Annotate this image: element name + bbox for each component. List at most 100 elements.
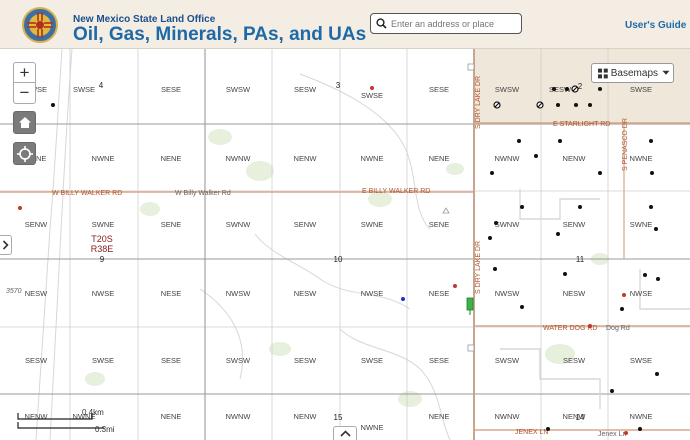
well-marker[interactable] xyxy=(578,205,582,209)
users-guide-link[interactable]: User's Guide xyxy=(625,20,686,31)
qq-label: NWNE xyxy=(630,154,653,163)
well-marker[interactable] xyxy=(655,372,659,376)
caret-down-icon xyxy=(662,70,670,75)
red-well-marker[interactable] xyxy=(588,324,592,328)
plugged-well-marker[interactable] xyxy=(493,101,501,109)
qq-label: SWNE xyxy=(630,220,653,229)
qq-label: SESW xyxy=(294,85,317,94)
qq-label: NWNW xyxy=(495,412,521,421)
qq-label: SWSE xyxy=(630,85,652,94)
well-marker[interactable] xyxy=(649,139,653,143)
qq-label: SWSE xyxy=(630,356,652,365)
app-title: Oil, Gas, Minerals, PAs, and UAs xyxy=(73,24,367,45)
well-marker[interactable] xyxy=(649,205,653,209)
zoom-out-button[interactable]: − xyxy=(13,83,36,104)
well-marker[interactable] xyxy=(520,205,524,209)
well-marker[interactable] xyxy=(493,267,497,271)
qq-label: SWSW xyxy=(495,356,520,365)
map-view[interactable]: W BILLY WALKER RD W Billy Walker Rd E BI… xyxy=(0,49,690,440)
qq-label: SWNE xyxy=(361,220,384,229)
locate-button[interactable] xyxy=(13,142,36,165)
well-marker[interactable] xyxy=(534,154,538,158)
map-canvas[interactable]: W BILLY WALKER RD W Billy Walker Rd E BI… xyxy=(0,49,690,440)
well-marker[interactable] xyxy=(574,103,578,107)
plugged-well-marker[interactable] xyxy=(536,101,544,109)
well-marker[interactable] xyxy=(654,227,658,231)
well-marker[interactable] xyxy=(556,232,560,236)
zoom-in-button[interactable]: + xyxy=(13,62,36,83)
well-marker[interactable] xyxy=(610,389,614,393)
qq-label: SWSE xyxy=(92,356,114,365)
red-well-marker[interactable] xyxy=(18,206,22,210)
qq-label: NWNW xyxy=(495,154,521,163)
qq-label: NWNE xyxy=(361,423,384,432)
qq-label: NWNE xyxy=(92,154,115,163)
expand-bottom-panel-button[interactable] xyxy=(333,426,357,440)
qq-label: NWSE xyxy=(361,289,384,298)
well-marker[interactable] xyxy=(51,103,55,107)
qq-label: SENE xyxy=(429,220,449,229)
green-pin-marker[interactable] xyxy=(466,297,474,315)
blue-well-marker[interactable] xyxy=(401,297,405,301)
road-label: E STARLIGHT RD xyxy=(553,121,610,128)
qq-label: NWNE xyxy=(361,154,384,163)
red-well-marker[interactable] xyxy=(370,86,374,90)
plugged-well-marker[interactable] xyxy=(571,85,579,93)
basemaps-button[interactable]: Basemaps xyxy=(591,63,674,83)
expand-panel-button[interactable] xyxy=(0,235,12,255)
road-label: S PENASCO DR xyxy=(622,118,629,171)
well-marker[interactable] xyxy=(598,171,602,175)
vegetation-patches xyxy=(85,129,609,407)
red-well-marker[interactable] xyxy=(453,284,457,288)
qq-label: SWSW xyxy=(495,85,520,94)
well-marker[interactable] xyxy=(598,87,602,91)
well-marker[interactable] xyxy=(565,87,569,91)
well-marker[interactable] xyxy=(488,236,492,240)
township-label: T20S xyxy=(91,234,113,244)
well-marker[interactable] xyxy=(546,427,550,431)
qq-label: NWNW xyxy=(226,412,252,421)
well-marker[interactable] xyxy=(494,221,498,225)
survey-marker xyxy=(442,207,450,214)
qq-label: SWNE xyxy=(92,220,115,229)
home-button[interactable] xyxy=(13,111,36,134)
app-header: New Mexico State Land Office Oil, Gas, M… xyxy=(0,0,690,49)
well-marker[interactable] xyxy=(552,87,556,91)
red-well-marker[interactable] xyxy=(622,293,626,297)
qq-label: NENW xyxy=(563,154,587,163)
qq-label: SWSE xyxy=(73,85,95,94)
red-well-marker[interactable] xyxy=(624,431,628,435)
well-marker[interactable] xyxy=(638,427,642,431)
search-input[interactable] xyxy=(391,16,519,31)
qq-label: SENW xyxy=(294,220,317,229)
qq-label: NWSE xyxy=(630,289,653,298)
well-marker[interactable] xyxy=(656,277,660,281)
red-well-markers[interactable] xyxy=(18,86,628,435)
chevron-up-icon xyxy=(339,430,351,437)
well-marker[interactable] xyxy=(588,103,592,107)
well-marker[interactable] xyxy=(650,171,654,175)
road-label: S DRY LAKE DR xyxy=(475,241,482,294)
qq-label: SESW xyxy=(294,356,317,365)
scale-imperial-label: 0.3mi xyxy=(95,425,115,434)
road-label: W BILLY WALKER RD xyxy=(52,190,122,197)
section-number: 11 xyxy=(576,255,585,264)
address-search[interactable] xyxy=(370,13,522,34)
well-marker[interactable] xyxy=(620,307,624,311)
qq-label: NENE xyxy=(161,154,182,163)
section-number: 9 xyxy=(100,255,105,264)
well-marker[interactable] xyxy=(556,103,560,107)
road-label: JENEX LN xyxy=(515,429,548,436)
qq-label: SESE xyxy=(429,356,449,365)
qq-label: NWSW xyxy=(495,289,520,298)
well-marker[interactable] xyxy=(563,272,567,276)
well-marker[interactable] xyxy=(643,273,647,277)
qq-label: NWNE xyxy=(630,412,653,421)
qq-label: NESW xyxy=(294,289,317,298)
qq-label: SWSW xyxy=(226,356,251,365)
qq-label: SENW xyxy=(25,220,48,229)
well-marker[interactable] xyxy=(490,171,494,175)
well-marker[interactable] xyxy=(558,139,562,143)
well-marker[interactable] xyxy=(520,305,524,309)
well-marker[interactable] xyxy=(517,139,521,143)
